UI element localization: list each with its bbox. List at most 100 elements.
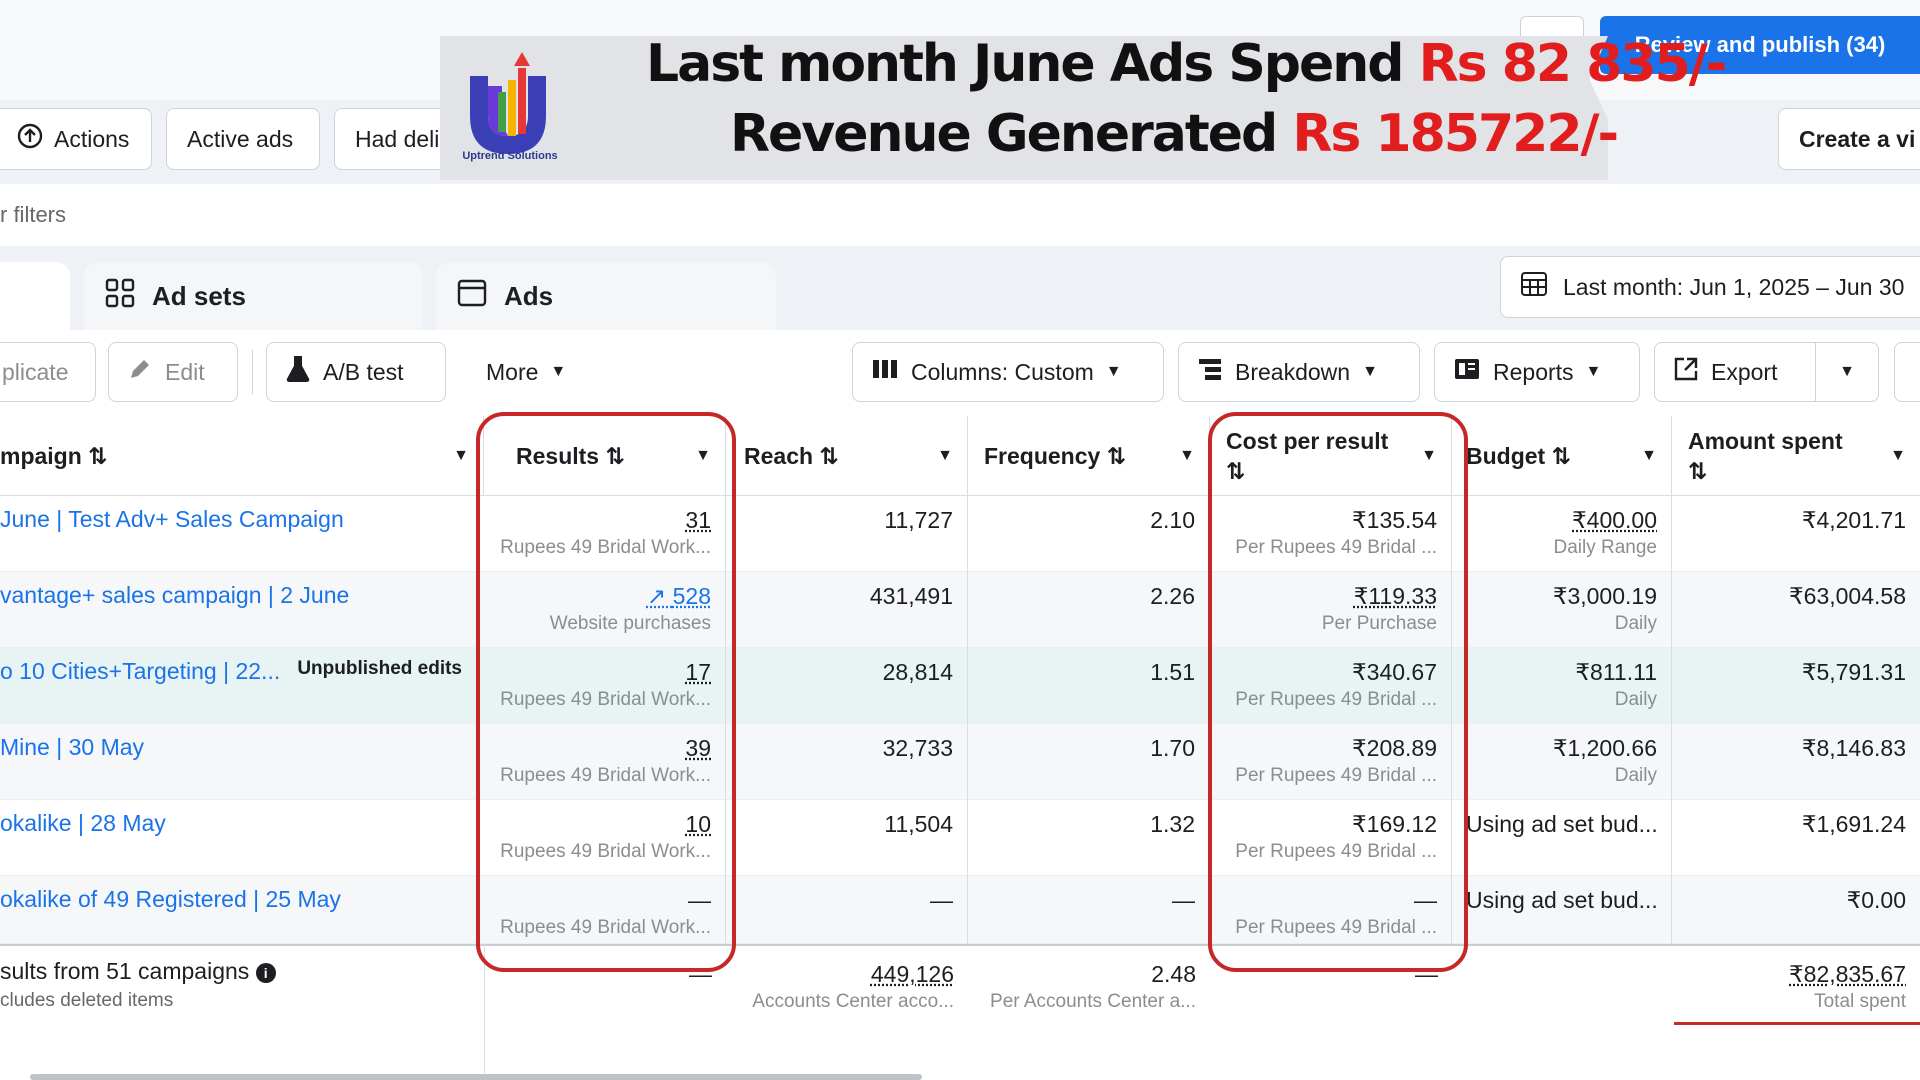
- logo-text: Uptrend Solutions: [462, 150, 558, 162]
- banner-revenue-value: Rs 185722/-: [1292, 104, 1619, 164]
- col-header-reach-label: Reach ⇅: [744, 443, 839, 469]
- spent-value: ₹8,146.83: [1801, 735, 1906, 761]
- frequency-cell: 2.26: [968, 572, 1210, 648]
- tab-ad-sets-label: Ad sets: [152, 280, 246, 311]
- actions-chip[interactable]: Actions: [0, 108, 152, 170]
- horizontal-scrollbar[interactable]: [30, 1074, 922, 1080]
- reach-cell: 28,814: [726, 648, 968, 724]
- active-ads-chip[interactable]: Active ads: [166, 108, 320, 170]
- budget-value: Using ad set bud...: [1466, 811, 1658, 837]
- window-icon: [456, 277, 488, 316]
- filters-bar: [0, 184, 1920, 246]
- tab-ads[interactable]: Ads: [436, 262, 776, 330]
- actions-icon: [16, 122, 44, 156]
- banner-line-1: Last month June Ads Spend Rs 82 835/-: [646, 34, 1727, 94]
- breakdown-icon: [1197, 356, 1223, 388]
- info-icon[interactable]: i: [255, 962, 276, 983]
- caret-down-icon[interactable]: ▼: [1641, 447, 1657, 465]
- totals-reach: 449,126 Accounts Center acco...: [726, 950, 968, 1050]
- col-header-campaign[interactable]: mpaign ⇅ ▼: [0, 416, 484, 496]
- campaign-name-link[interactable]: okalike | 28 May: [0, 810, 166, 886]
- duplicate-button[interactable]: plicate: [0, 342, 96, 402]
- reach-value: 431,491: [869, 583, 953, 609]
- frequency-value: 1.51: [1150, 659, 1195, 685]
- duplicate-label: plicate: [2, 358, 69, 385]
- budget-subtext: Daily: [1614, 765, 1657, 786]
- frequency-cell: —: [968, 876, 1210, 952]
- reach-cell: 431,491: [726, 572, 968, 648]
- reach-value: 11,727: [884, 507, 953, 533]
- breakdown-button[interactable]: Breakdown ▼: [1178, 342, 1420, 402]
- budget-value: Using ad set bud...: [1466, 887, 1658, 913]
- caret-down-icon: ▼: [550, 363, 567, 380]
- create-view-button[interactable]: Create a vi: [1778, 108, 1920, 170]
- reach-cell: —: [726, 876, 968, 952]
- budget-cell: ₹400.00 Daily Range: [1452, 496, 1672, 572]
- budget-value: ₹3,000.19: [1552, 583, 1657, 609]
- overflow-button[interactable]: [1894, 342, 1920, 402]
- reports-label: Reports: [1493, 358, 1574, 385]
- columns-label: Columns: Custom: [911, 358, 1094, 385]
- date-range-picker[interactable]: Last month: Jun 1, 2025 – Jun 30: [1500, 256, 1920, 318]
- export-icon: [1673, 356, 1699, 388]
- totals-label-text: sults from 51 campaigns: [0, 958, 250, 984]
- tab-ads-label: Ads: [504, 280, 554, 311]
- create-view-label: Create a vi: [1799, 125, 1916, 152]
- caret-down-icon[interactable]: ▼: [937, 447, 953, 465]
- reports-button[interactable]: Reports ▼: [1434, 342, 1640, 402]
- columns-button[interactable]: Columns: Custom ▼: [852, 342, 1164, 402]
- ab-test-button[interactable]: A/B test: [266, 342, 446, 402]
- banner-spend-label: Last month June Ads Spend: [646, 34, 1419, 94]
- spent-cell: ₹8,146.83: [1672, 724, 1920, 800]
- col-header-frequency[interactable]: Frequency ⇅ ▼: [968, 416, 1210, 496]
- caret-down-icon[interactable]: ▼: [1890, 447, 1906, 465]
- frequency-value: 2.10: [1150, 507, 1195, 533]
- spent-cell: ₹0.00: [1672, 876, 1920, 952]
- budget-cell: ₹1,200.66 Daily: [1452, 724, 1672, 800]
- spent-value: ₹5,791.31: [1801, 659, 1906, 685]
- frequency-value: —: [1172, 887, 1195, 913]
- frequency-cell: 1.32: [968, 800, 1210, 876]
- col-header-frequency-label: Frequency ⇅: [984, 443, 1126, 469]
- totals-frequency-sub: Per Accounts Center a...: [990, 991, 1196, 1012]
- calendar-icon: [1519, 269, 1549, 305]
- frequency-value: 1.32: [1150, 811, 1195, 837]
- campaign-name-link[interactable]: vantage+ sales campaign | 2 June: [0, 582, 349, 658]
- edit-button[interactable]: Edit: [108, 342, 238, 402]
- cpr-highlight-box: [1208, 412, 1468, 972]
- spent-cell: ₹4,201.71: [1672, 496, 1920, 572]
- grid-icon: [104, 277, 136, 316]
- spent-cell: ₹5,791.31: [1672, 648, 1920, 724]
- breakdown-label: Breakdown: [1235, 358, 1351, 385]
- col-header-amount-spent[interactable]: Amount spent ⇅ ▼: [1672, 416, 1920, 496]
- col-header-spent-line1: Amount spent: [1688, 428, 1843, 454]
- col-header-budget[interactable]: Budget ⇅ ▼: [1452, 416, 1672, 496]
- budget-subtext: Daily Range: [1553, 537, 1658, 558]
- campaign-name-cell: Mine | 30 May: [0, 724, 484, 810]
- col-header-spent-line2: ⇅: [1688, 458, 1708, 484]
- banner-line-2: Revenue Generated Rs 185722/-: [730, 104, 1619, 164]
- frequency-cell: 1.51: [968, 648, 1210, 724]
- totals-sublabel: cludes deleted items: [0, 990, 174, 1011]
- budget-cell: ₹811.11 Daily: [1452, 648, 1672, 724]
- reach-cell: 11,504: [726, 800, 968, 876]
- flask-icon: [285, 355, 311, 389]
- budget-value: ₹1,200.66: [1552, 735, 1657, 761]
- more-button[interactable]: More ▼: [468, 342, 588, 402]
- spent-cell: ₹63,004.58: [1672, 572, 1920, 648]
- export-button[interactable]: Export: [1654, 342, 1816, 402]
- export-dropdown-button[interactable]: ▼: [1815, 342, 1879, 402]
- campaign-name-link[interactable]: June | Test Adv+ Sales Campaign: [0, 506, 344, 582]
- caret-down-icon[interactable]: ▼: [453, 447, 469, 465]
- tab-campaigns[interactable]: [0, 262, 70, 330]
- caret-down-icon[interactable]: ▼: [1179, 447, 1195, 465]
- tab-ad-sets[interactable]: Ad sets: [84, 262, 422, 330]
- col-header-reach[interactable]: Reach ⇅ ▼: [726, 416, 968, 496]
- filters-link[interactable]: r filters: [0, 202, 66, 228]
- reach-value: 11,504: [884, 811, 953, 837]
- more-label: More: [486, 358, 539, 385]
- caret-down-icon: ▼: [1362, 363, 1378, 380]
- caret-down-icon: ▼: [1105, 363, 1122, 380]
- campaign-name-link[interactable]: o 10 Cities+Targeting | 22...: [0, 658, 280, 734]
- campaign-name-link[interactable]: Mine | 30 May: [0, 734, 144, 810]
